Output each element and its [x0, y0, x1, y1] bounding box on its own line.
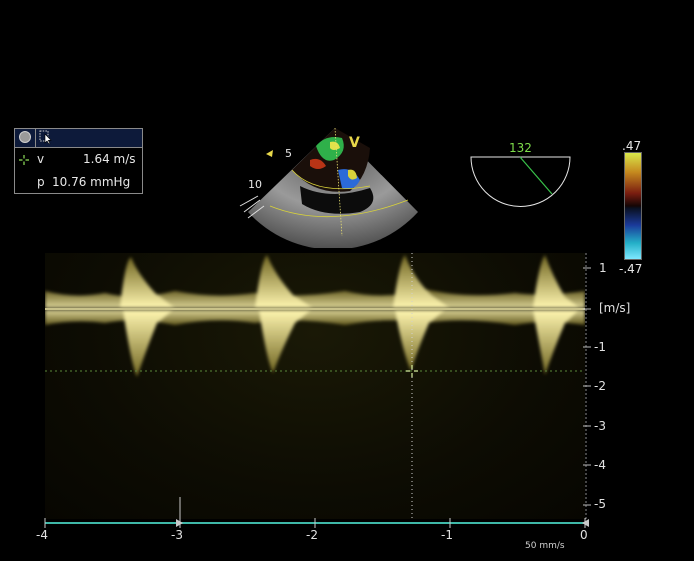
velocity-tick-neg4: -4 — [594, 458, 606, 472]
record-icon[interactable] — [19, 131, 31, 143]
time-tick-neg1: -1 — [441, 528, 453, 542]
measurement-panel: v 1.64 m/s p 10.76 mmHg — [14, 128, 143, 194]
velocity-axis-tick-marks — [583, 267, 591, 506]
sector-marker-v: V — [349, 135, 360, 151]
pressure-label: p — [37, 175, 45, 189]
velocity-value: 1.64 m/s — [83, 152, 136, 166]
velocity-tick-1: 1 — [599, 261, 607, 275]
time-tick-neg4: -4 — [36, 528, 48, 542]
angle-semicircle-icon — [470, 156, 571, 207]
crosshair-icon — [19, 155, 29, 165]
spectral-signal — [45, 255, 585, 377]
velocity-tick-neg1: -1 — [594, 340, 606, 354]
color-scale-bar — [624, 152, 642, 260]
angle-semicircle — [470, 156, 571, 207]
color-scale-bottom: -.47 — [619, 262, 643, 276]
velocity-unit: [m/s] — [599, 301, 631, 315]
velocity-axis-ticks — [583, 253, 591, 519]
angle-line — [519, 156, 553, 195]
cursor-select-icon[interactable] — [39, 130, 53, 144]
depth-10-label: 10 — [248, 178, 262, 191]
time-tick-0: 0 — [580, 528, 588, 542]
echo-sector-image: 5 10 V — [239, 127, 418, 248]
time-tick-neg3: -3 — [171, 528, 183, 542]
velocity-label: v — [37, 152, 45, 166]
angle-value: 132 — [509, 141, 532, 155]
measurement-panel-header — [15, 129, 142, 148]
pressure-value: 10.76 mmHg — [52, 175, 131, 189]
header-divider — [35, 129, 36, 147]
velocity-tick-neg5: -5 — [594, 497, 606, 511]
velocity-tick-neg3: -3 — [594, 419, 606, 433]
orientation-marker-icon — [266, 150, 273, 157]
depth-5-label: 5 — [285, 147, 292, 160]
velocity-tick-neg2: -2 — [594, 379, 606, 393]
color-scale-top: .47 — [622, 139, 642, 153]
doppler-spectrum — [45, 253, 585, 519]
sweep-speed: 50 mm/s — [525, 541, 565, 551]
time-tick-neg2: -2 — [306, 528, 318, 542]
